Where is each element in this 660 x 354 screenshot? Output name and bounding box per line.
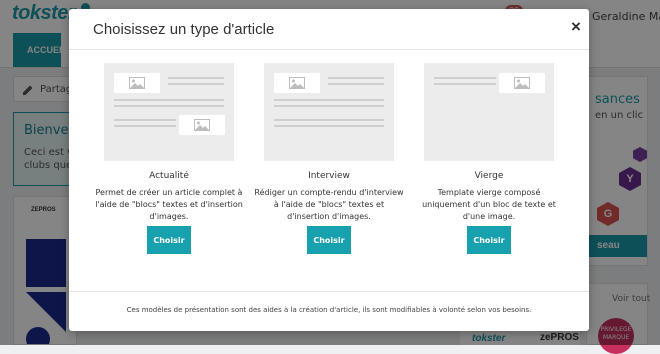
text-line [328,83,384,85]
dialog-footer: Ces modèles de présentation sont des aid… [69,291,589,332]
option-title: Actualité [149,171,189,181]
image-placeholder-icon [274,73,320,93]
text-line [114,119,176,121]
image-icon [289,77,305,89]
text-line [274,99,384,101]
image-placeholder-icon [179,115,225,135]
text-line [274,119,384,121]
option-actualite: Actualité Permet de créer un article com… [89,61,249,261]
description-line: d'une image. [462,212,516,221]
choose-interview-button[interactable]: Choisir [307,226,351,254]
template-preview[interactable] [264,63,394,161]
description-line: à l'aide de "blocs" textes et [273,200,385,209]
dialog-title: Choisissez un type d'article [93,21,275,38]
choose-vierge-button[interactable]: Choisir [467,226,511,254]
text-line [168,83,224,85]
description-line: d'insertion d'images. [287,212,371,221]
option-description: Permet de créer un article complet à l'a… [93,187,245,223]
option-description: Template vierge composé uniquement d'un … [413,187,565,223]
description-line: Permet de créer un article complet à [95,188,243,197]
image-placeholder-icon [499,73,545,93]
image-placeholder-icon [114,73,160,93]
footer-note: Ces modèles de présentation sont des aid… [126,306,532,314]
text-line [274,125,384,127]
option-title: Interview [308,171,350,181]
text-line [434,83,496,85]
text-line [114,105,224,107]
option-description: Rédiger un compte-rendu d'interview à l'… [253,187,405,223]
option-interview: Interview Rédiger un compte-rendu d'inte… [249,61,409,261]
article-type-dialog: Choisissez un type d'article × Actualité… [69,9,589,331]
description-line: d'images. [149,212,189,221]
template-preview[interactable] [104,63,234,161]
text-line [114,125,176,127]
image-icon [194,119,210,131]
image-icon [514,77,530,89]
text-line [274,105,384,107]
option-title: Vierge [474,171,504,181]
description-line: l'aide de "blocs" textes et d'insertion [95,200,243,209]
dialog-header: Choisissez un type d'article × [69,9,589,50]
text-line [328,77,384,79]
choose-actualite-button[interactable]: Choisir [147,226,191,254]
text-line [114,99,224,101]
image-icon [129,77,145,89]
text-line [168,77,224,79]
text-line [434,77,496,79]
description-line: Template vierge composé [437,188,541,197]
option-vierge: Vierge Template vierge composé uniquemen… [409,61,569,261]
close-icon[interactable]: × [565,16,587,38]
description-line: Rédiger un compte-rendu d'interview [254,188,404,197]
template-preview[interactable] [424,63,554,161]
description-line: uniquement d'un bloc de texte et [422,200,556,209]
